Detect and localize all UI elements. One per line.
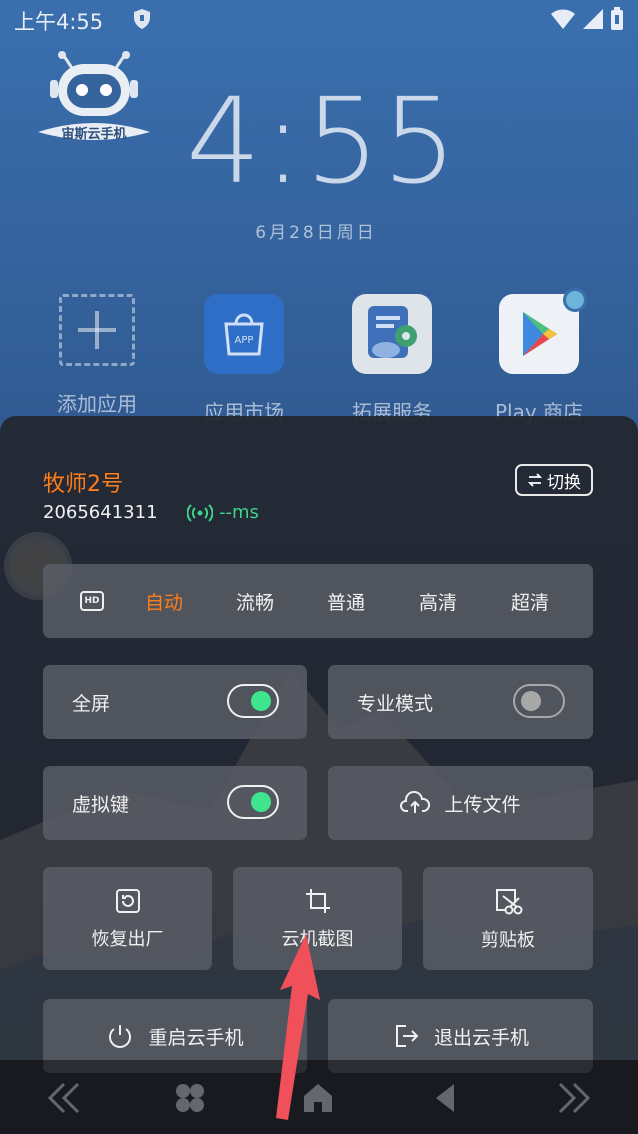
device-name: 牧师2号 [43,472,123,497]
quality-option-ultra[interactable]: 超清 [511,588,549,615]
restart-label: 重启云手机 [148,1026,244,1049]
brand-logo: 宙斯云手机 [38,51,150,142]
battery-icon [611,7,623,30]
home-date: 6月28日周日 [255,223,377,243]
latency-indicator: --ms [187,502,259,523]
status-time: 上午4:55 [14,10,104,34]
double-chevron-left-icon[interactable] [44,1080,84,1116]
factory-reset-label: 恢复出厂 [91,928,164,950]
status-bar: 上午4:55 [0,0,638,38]
swap-icon [527,473,543,487]
fullscreen-label: 全屏 [72,692,111,715]
quality-option-hd[interactable]: 高清 [419,588,457,615]
quality-selector: HD 自动 流畅 普通 高清 超清 [43,564,593,638]
clipboard-button[interactable]: 剪贴板 [423,867,593,970]
hd-icon: HD [80,591,104,611]
app-market[interactable]: APP 应用市场 [184,294,304,425]
toggle-knob [521,691,541,711]
annotation-arrow [276,934,320,1120]
virtual-keys-toggle[interactable] [227,785,279,819]
factory-reset-icon [115,888,140,913]
double-chevron-right-icon[interactable] [554,1080,594,1116]
exit-icon [395,1025,419,1047]
power-icon [109,1025,132,1048]
signal-icon [583,9,603,29]
add-app-icon [59,294,135,366]
quality-option-auto[interactable]: 自动 [145,588,183,615]
app-label: 添加应用 [57,392,137,416]
apps-grid-icon[interactable] [172,1080,208,1116]
upload-file-button[interactable]: 上传文件 [328,766,593,840]
logo-text: 宙斯云手机 [61,126,126,142]
notification-dot [563,288,587,312]
toggle-knob [251,691,271,711]
app-extend-service[interactable]: 拓展服务 [332,294,452,425]
cloud-upload-icon [400,791,431,813]
factory-reset-button[interactable]: 恢复出厂 [43,867,212,970]
device-id: 2065641311 [43,502,158,523]
upload-label: 上传文件 [444,793,521,816]
clipboard-label: 剪贴板 [481,929,535,951]
switch-device-button[interactable]: 切换 [515,464,593,496]
pro-mode-toggle[interactable] [513,684,565,718]
fullscreen-toggle[interactable] [227,684,279,718]
clipboard-scissors-icon [496,888,523,914]
shield-icon [132,8,152,34]
exit-label: 退出云手机 [433,1026,529,1049]
wifi-icon [551,9,575,29]
virtual-keys-label: 虚拟键 [72,793,130,816]
extend-service-icon [352,294,432,374]
pro-mode-row: 专业模式 [328,665,593,739]
crop-icon [305,888,330,913]
signal-wave-icon [187,503,213,522]
quality-option-smooth[interactable]: 流畅 [236,588,274,615]
svg-text:APP: APP [235,335,254,346]
app-play-store[interactable]: Play 商店 [479,288,599,425]
pro-mode-label: 专业模式 [357,692,434,715]
app-add-app[interactable]: 添加应用 [37,294,157,417]
switch-label: 切换 [547,472,581,493]
back-icon[interactable] [428,1080,464,1116]
quality-option-normal[interactable]: 普通 [327,588,365,615]
fullscreen-row: 全屏 [43,665,307,739]
app-market-icon: APP [204,294,284,374]
home-clock: 4:55 [186,72,459,210]
virtual-keys-row: 虚拟键 [43,766,307,840]
toggle-knob [251,792,271,812]
latency-value: --ms [219,502,259,523]
